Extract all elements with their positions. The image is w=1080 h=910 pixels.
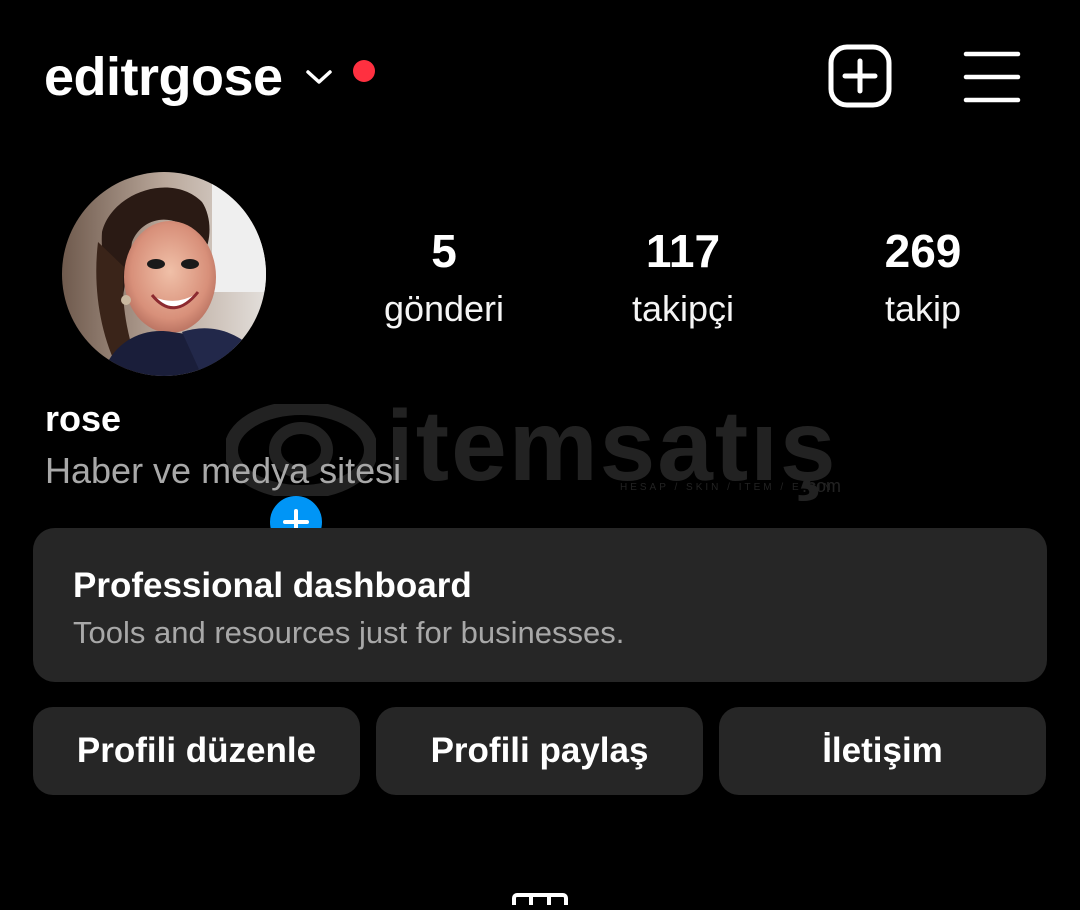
profile-photo [62,172,266,376]
share-profile-button[interactable]: Profili paylaş [376,707,703,795]
edit-profile-button[interactable]: Profili düzenle [33,707,360,795]
watermark-domain: .com [802,476,842,496]
profile-header: editrgose [0,0,1080,150]
following-label: takip [884,288,962,329]
profile-name: rose [45,398,122,439]
followers-label: takipçi [631,288,735,329]
followers-count[interactable]: 117 takipçi [583,222,783,332]
grid-tab[interactable] [512,892,568,910]
hamburger-menu-icon [963,51,1021,103]
menu-button[interactable] [960,44,1024,110]
grid-icon [512,893,568,910]
add-post-icon [828,44,892,108]
watermark-subtext: HESAP / SKIN / ITEM / E-PIN [620,482,834,493]
professional-dashboard-title: Professional dashboard [73,566,472,605]
posts-count[interactable]: 5 gönderi [344,222,544,332]
username: editrgose [44,47,283,107]
profile-avatar[interactable] [62,172,328,554]
profile-bio: Haber ve medya sitesi [45,450,402,491]
posts-number: 5 [431,225,457,277]
posts-label: gönderi [383,288,505,329]
following-number: 269 [884,225,962,277]
professional-dashboard-subtitle: Tools and resources just for businesses. [73,615,625,650]
followers-number: 117 [645,225,721,277]
contact-button[interactable]: İletişim [719,707,1046,795]
add-post-button[interactable] [828,44,894,110]
chevron-down-icon [305,67,333,87]
watermark-text: itemsatış [386,390,838,502]
professional-dashboard-card[interactable]: Professional dashboard Tools and resourc… [33,528,1047,682]
following-count[interactable]: 269 takip [823,222,1023,332]
account-switcher[interactable]: editrgose [44,44,375,110]
notification-dot [352,60,375,82]
